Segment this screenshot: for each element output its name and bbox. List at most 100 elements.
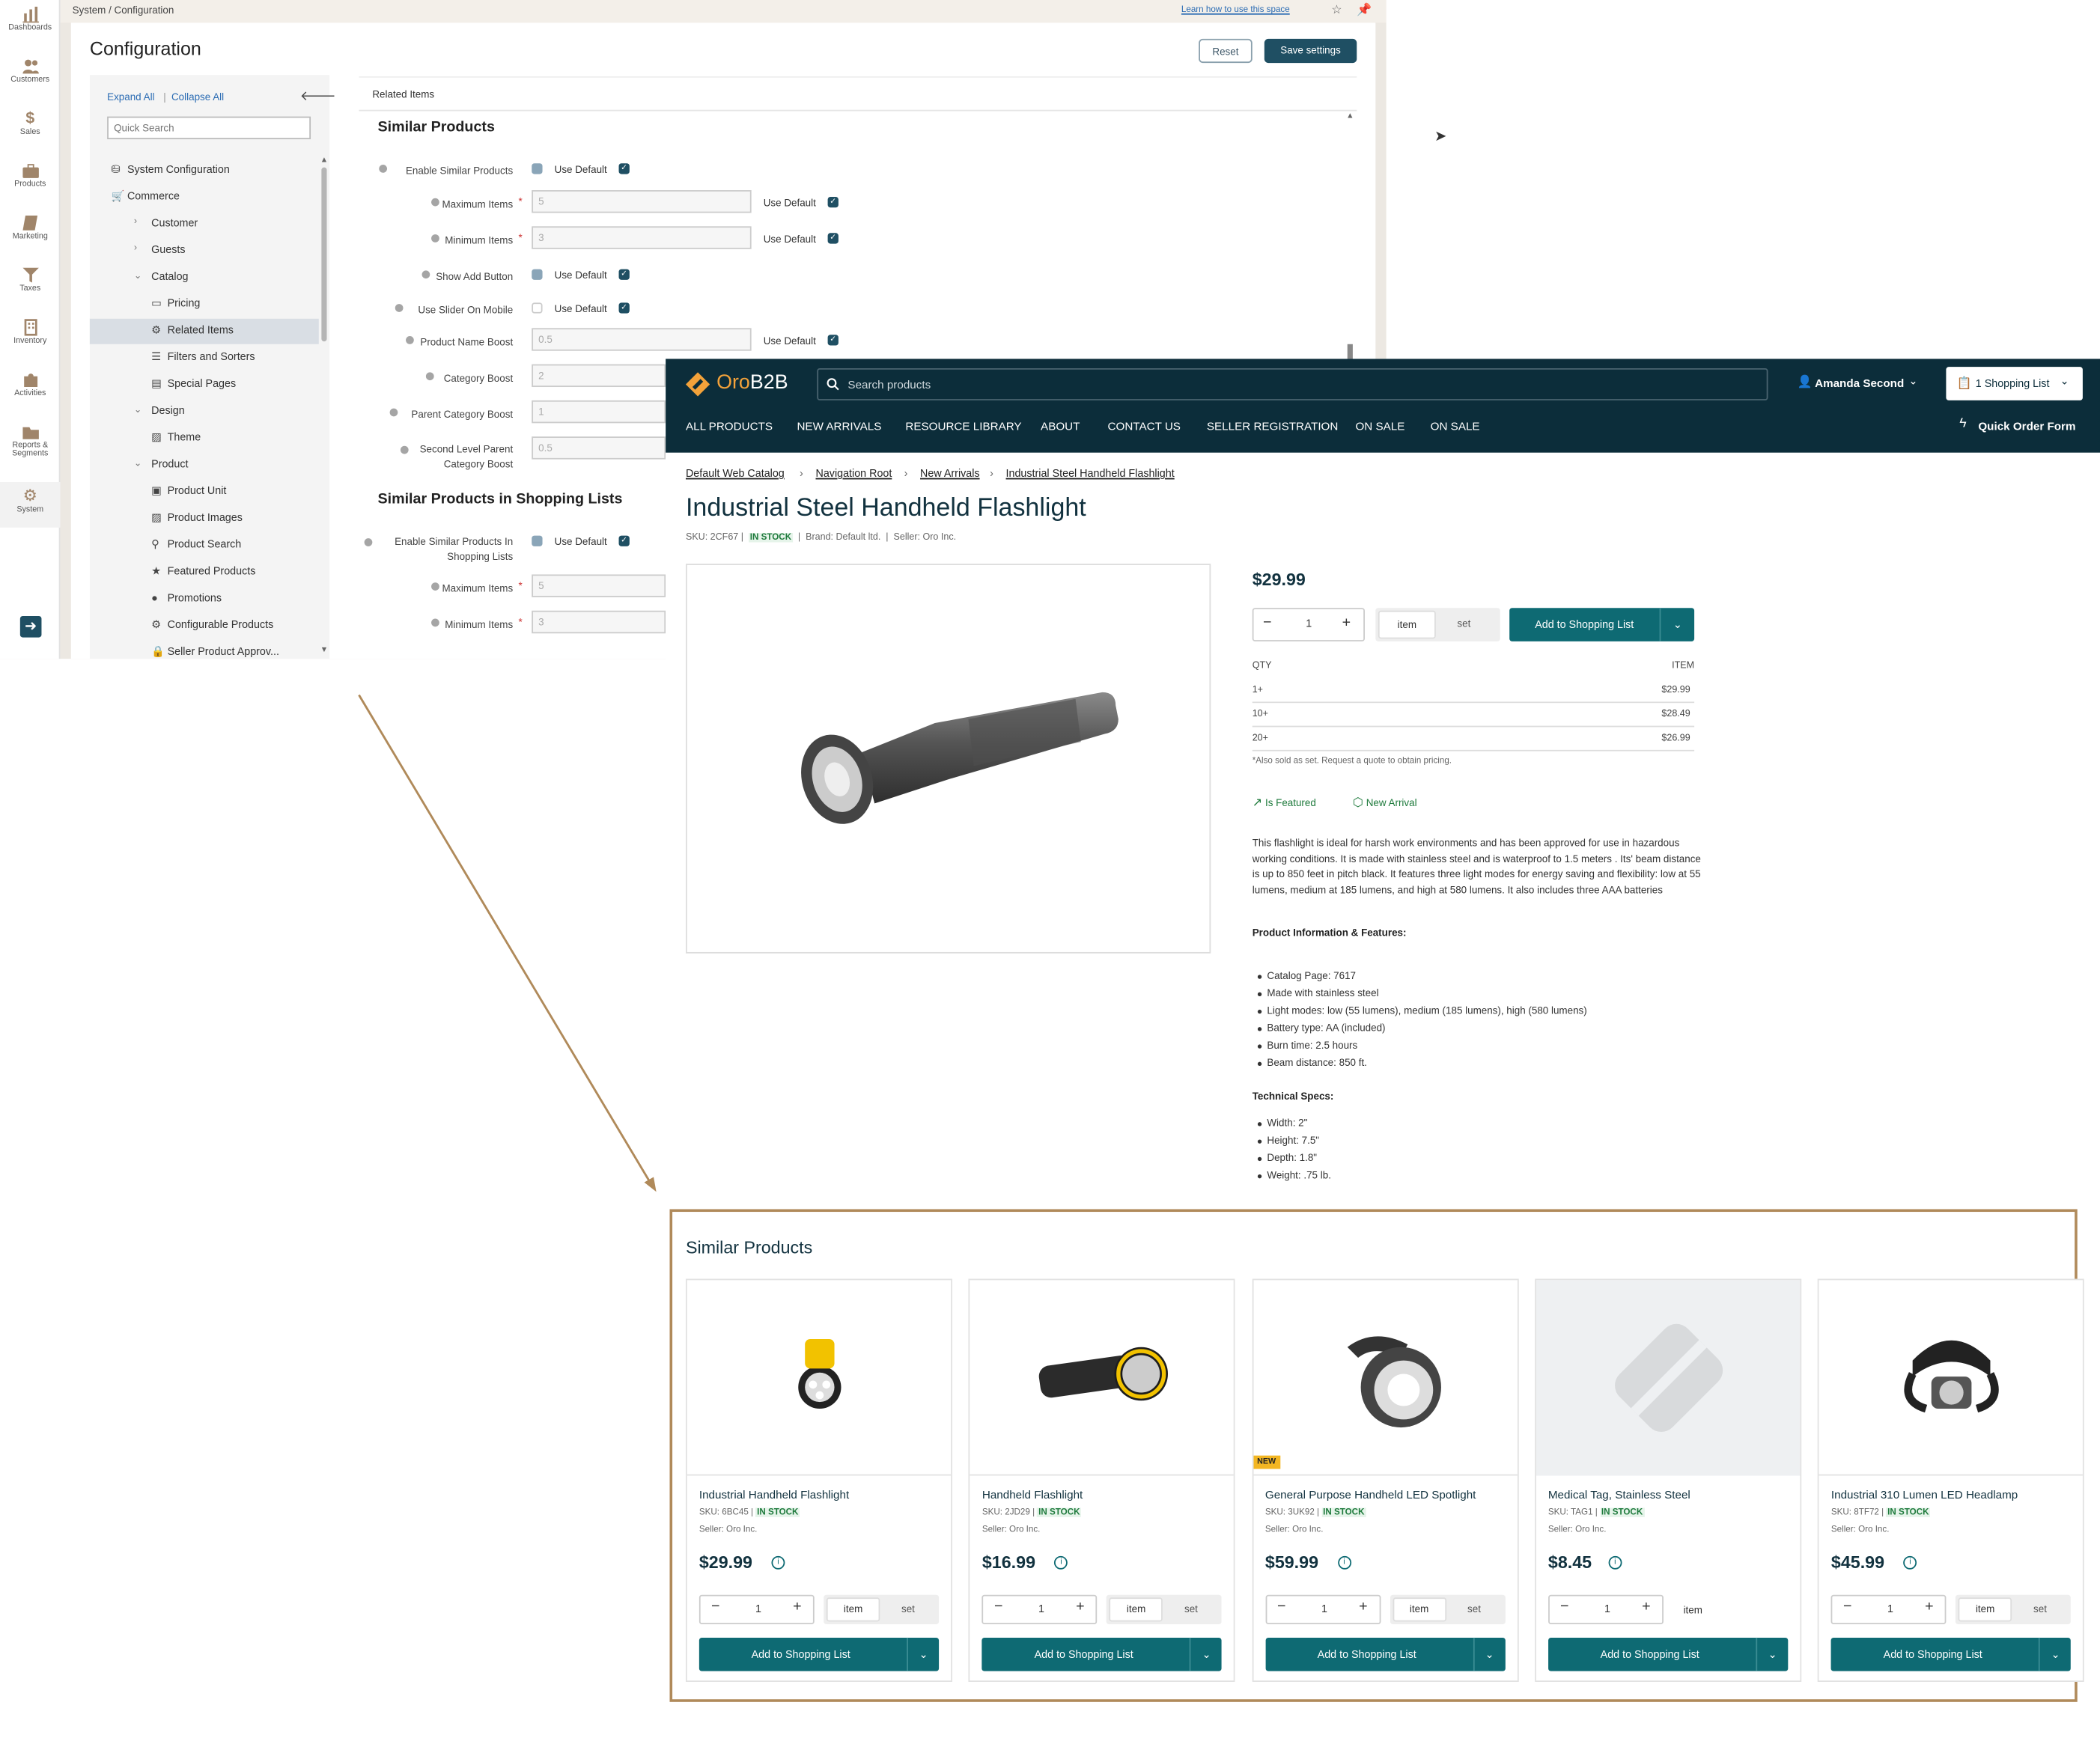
use-default-checkbox[interactable]: ✓	[827, 335, 839, 346]
tree-item[interactable]: ⛁ System Configuration	[111, 163, 229, 175]
unit-item-option[interactable]: item	[1958, 1597, 2012, 1622]
quantity-value[interactable]: 1	[1887, 1603, 1893, 1615]
chevron-down-icon[interactable]: ⌄	[1473, 1637, 1505, 1671]
add-to-shopping-list-button[interactable]: Add to Shopping List ⌄	[1264, 1637, 1506, 1671]
search-input[interactable]: Search products	[847, 377, 931, 391]
tree-item[interactable]: ● Promotions	[151, 592, 222, 604]
expand-nav-button[interactable]: ➜	[19, 615, 42, 638]
tree-item[interactable]: 🛒 Commerce	[111, 190, 179, 202]
nav-reports[interactable]: Reports & Segments	[0, 423, 61, 458]
info-icon[interactable]	[421, 270, 430, 279]
tree-item[interactable]: Guests	[151, 244, 185, 256]
field-input[interactable]: 0.5	[532, 436, 666, 460]
tree-item[interactable]: ★ Featured Products	[151, 565, 255, 577]
tree-item[interactable]: ⚙ Configurable Products	[151, 619, 273, 631]
product-card-image[interactable]	[1819, 1280, 2084, 1476]
plus-icon[interactable]: +	[1642, 1599, 1651, 1615]
use-default-checkbox[interactable]: ✓	[618, 302, 630, 314]
add-to-shopping-list-button[interactable]: Add to Shopping List ⌄	[1830, 1637, 2072, 1671]
product-card-image[interactable]	[687, 1280, 952, 1476]
unit-item-option[interactable]: item	[1392, 1597, 1446, 1622]
info-icon[interactable]: i	[1337, 1555, 1351, 1570]
info-icon[interactable]: i	[1608, 1555, 1622, 1570]
unit-selector[interactable]: item set	[1956, 1594, 2072, 1625]
use-default-checkbox[interactable]: ✓	[618, 163, 630, 174]
field-input[interactable]: 0.5	[532, 328, 752, 351]
breadcrumb-link[interactable]: New Arrivals	[920, 467, 980, 479]
minus-icon[interactable]: −	[1843, 1599, 1852, 1615]
quantity-value[interactable]: 1	[1306, 618, 1312, 629]
product-card-image[interactable]	[970, 1280, 1235, 1476]
use-default-checkbox[interactable]: ✓	[618, 535, 630, 546]
tree-item[interactable]: ▨ Product Images	[151, 511, 243, 523]
chevron-down-icon[interactable]: ⌄	[1190, 1637, 1222, 1671]
product-image[interactable]	[685, 564, 1211, 954]
unit-set-option[interactable]: set	[1467, 1603, 1481, 1615]
expand-all-link[interactable]: Expand All	[107, 91, 154, 103]
unit-selector[interactable]: item set	[1107, 1594, 1223, 1625]
scroll-down-icon[interactable]: ▼	[320, 647, 329, 655]
nav-dashboards[interactable]: Dashboards	[0, 5, 61, 32]
product-card-name[interactable]: Industrial Handheld Flashlight	[699, 1488, 849, 1501]
info-icon[interactable]	[363, 538, 372, 546]
quantity-value[interactable]: 1	[1038, 1603, 1044, 1615]
plus-icon[interactable]: +	[793, 1599, 802, 1615]
info-icon[interactable]: i	[1903, 1555, 1917, 1570]
minus-icon[interactable]: −	[1277, 1599, 1286, 1615]
nav-system[interactable]: ⚙ System	[0, 482, 61, 528]
nav-item[interactable]: ALL PRODUCTS	[686, 419, 773, 433]
breadcrumb-link[interactable]: Navigation Root	[816, 467, 892, 479]
quantity-stepper[interactable]: − 1 +	[1252, 608, 1365, 641]
nav-customers[interactable]: Customers	[0, 58, 61, 85]
chevron-icon[interactable]: ›	[134, 217, 137, 227]
info-icon[interactable]	[395, 304, 404, 312]
breadcrumb-link[interactable]: Industrial Steel Handheld Flashlight	[1006, 467, 1175, 479]
quantity-value[interactable]: 1	[1604, 1603, 1610, 1615]
tree-item[interactable]: 🔒 Seller Product Approv...	[151, 645, 279, 657]
product-card-name[interactable]: Industrial 310 Lumen LED Headlamp	[1831, 1488, 2018, 1501]
nav-inventory[interactable]: Inventory	[0, 319, 61, 346]
tree-item[interactable]: ☰ Filters and Sorters	[151, 351, 255, 363]
nav-products[interactable]: Products	[0, 162, 61, 189]
use-default-checkbox[interactable]: ✓	[618, 269, 630, 280]
chevron-down-icon[interactable]: ⌄	[1756, 1637, 1788, 1671]
field-checkbox[interactable]	[532, 163, 543, 174]
quick-order-link[interactable]: Quick Order Form	[1978, 419, 2075, 433]
unit-set-option[interactable]: set	[2033, 1603, 2047, 1615]
field-input[interactable]: 2	[532, 364, 666, 388]
use-default-checkbox[interactable]: ✓	[827, 196, 839, 208]
product-card[interactable]: Industrial Handheld Flashlight SKU: 6BC45…	[685, 1278, 952, 1682]
nav-taxes[interactable]: Taxes	[0, 266, 61, 293]
plus-icon[interactable]: +	[1342, 615, 1351, 630]
save-settings-button[interactable]: Save settings	[1264, 38, 1357, 64]
unit-set-option[interactable]: set	[901, 1603, 915, 1615]
tree-item[interactable]: ▣ Product Unit	[151, 485, 226, 497]
field-input[interactable]: 5	[532, 574, 666, 597]
reset-button[interactable]: Reset	[1199, 38, 1253, 64]
nav-item[interactable]: ON SALE	[1355, 419, 1404, 433]
nav-sales[interactable]: $ Sales	[0, 109, 61, 137]
tree-item[interactable]: ▤ Special Pages	[151, 377, 236, 389]
logo-text[interactable]: OroB2B	[716, 371, 788, 394]
quantity-stepper[interactable]: − 1 +	[1830, 1594, 1947, 1625]
field-input[interactable]: 3	[532, 226, 752, 249]
unit-set-option[interactable]: set	[1184, 1603, 1198, 1615]
chevron-icon[interactable]: ⌄	[134, 404, 142, 415]
minus-icon[interactable]: −	[1263, 615, 1272, 630]
star-icon[interactable]: ☆	[1331, 3, 1342, 18]
minus-icon[interactable]: −	[1560, 1599, 1569, 1615]
tree-item[interactable]: Product	[151, 458, 188, 470]
tree-item[interactable]: Design	[151, 404, 185, 416]
field-input[interactable]: 3	[532, 610, 666, 634]
chevron-down-icon[interactable]: ⌄	[2039, 1637, 2071, 1671]
unit-item-option[interactable]: item	[1378, 610, 1436, 639]
plus-icon[interactable]: +	[1076, 1599, 1085, 1615]
learn-link[interactable]: Learn how to use this space	[1181, 5, 1290, 15]
field-input[interactable]: 5	[532, 190, 752, 213]
tree-item[interactable]: ▭ Pricing	[151, 297, 200, 309]
field-checkbox[interactable]	[532, 269, 543, 280]
info-icon[interactable]: i	[771, 1555, 785, 1570]
tree-item[interactable]: ▨ Theme	[151, 431, 201, 443]
nav-item[interactable]: RESOURCE LIBRARY	[905, 419, 1021, 433]
chevron-down-icon[interactable]: ⌄	[1659, 608, 1695, 641]
